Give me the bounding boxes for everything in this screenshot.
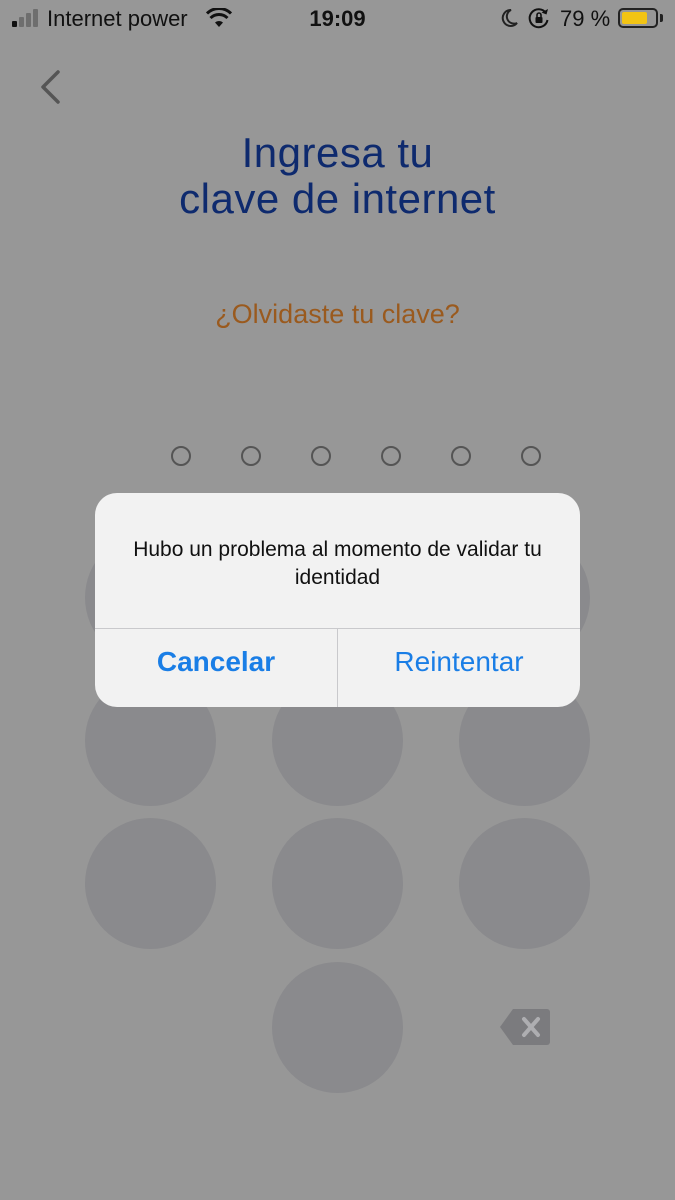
status-bar: Internet power 19:09 79 %	[0, 0, 675, 38]
pin-dot	[171, 446, 191, 466]
delete-key[interactable]	[499, 1006, 551, 1048]
page-title-line-1: Ingresa tu	[241, 129, 434, 176]
chevron-left-icon	[41, 70, 60, 104]
forgot-password-link[interactable]: ¿Olvidaste tu clave?	[0, 297, 675, 331]
pin-dot	[451, 446, 471, 466]
retry-button[interactable]: Reintentar	[338, 629, 580, 707]
cancel-button[interactable]: Cancelar	[95, 629, 337, 707]
keypad-key[interactable]	[272, 962, 403, 1093]
pin-dot	[311, 446, 331, 466]
page-title: Ingresa tu clave de internet	[0, 130, 675, 222]
rotation-lock-icon	[528, 8, 549, 29]
pin-indicator	[0, 446, 675, 468]
battery-icon	[618, 8, 658, 28]
battery-percent: 79 %	[560, 6, 611, 31]
keypad-key[interactable]	[459, 818, 590, 949]
pin-dot	[521, 446, 541, 466]
keypad-key[interactable]	[272, 818, 403, 949]
alert-message: Hubo un problema al momento de validar t…	[133, 538, 542, 589]
moon-icon	[501, 8, 518, 27]
pin-dot	[381, 446, 401, 466]
battery-tip	[660, 14, 663, 22]
backspace-icon	[500, 1009, 550, 1045]
alert-dialog: Hubo un problema al momento de validar t…	[95, 493, 580, 707]
back-button[interactable]	[30, 64, 70, 110]
pin-dot	[241, 446, 261, 466]
keypad-key[interactable]	[85, 818, 216, 949]
page-title-line-2: clave de internet	[179, 175, 496, 222]
battery-level	[622, 12, 648, 24]
